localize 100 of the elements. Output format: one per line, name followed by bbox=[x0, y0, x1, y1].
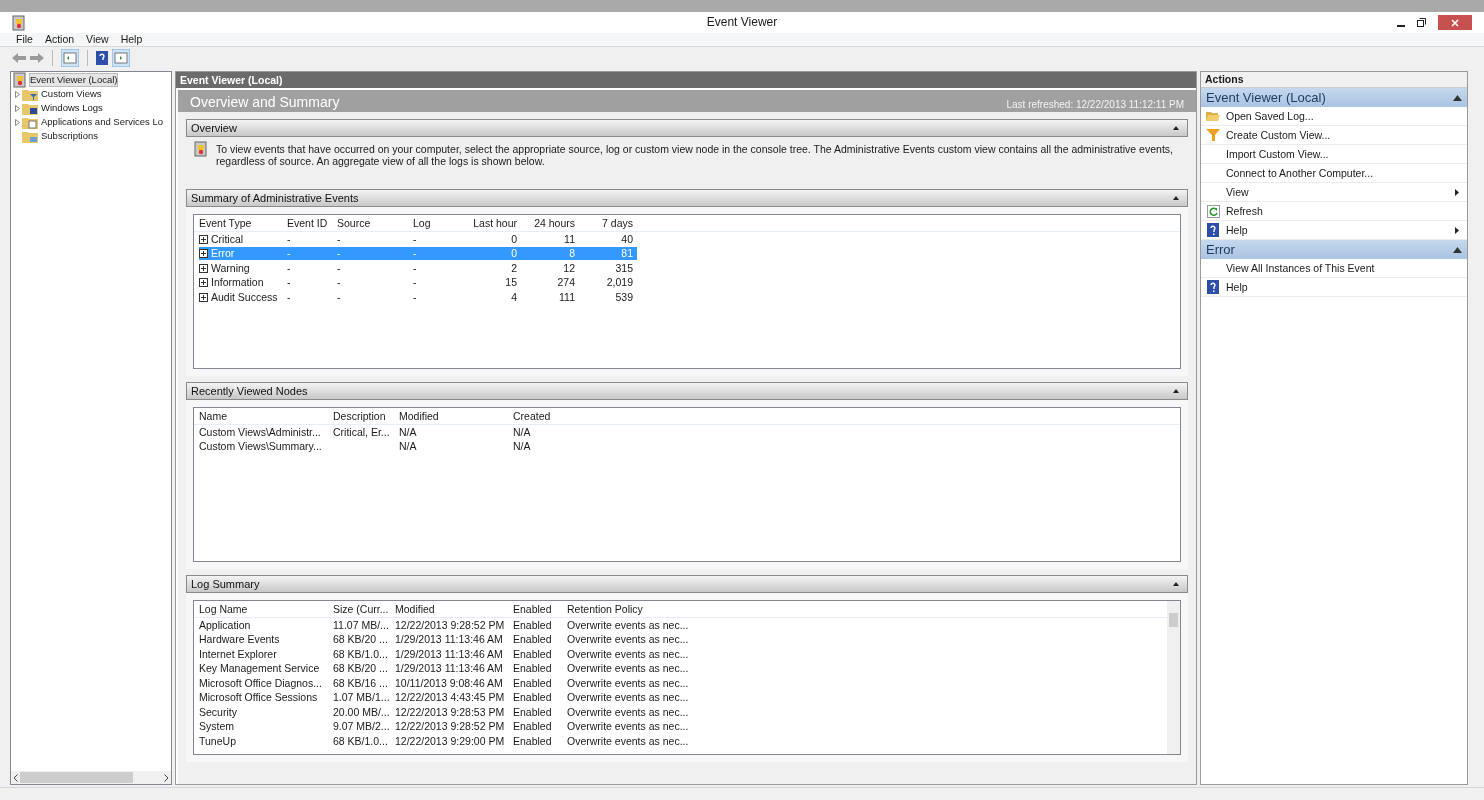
task-link[interactable]: Create Custom View... bbox=[1226, 128, 1459, 142]
table-cell-text: Overwrite events as nec... bbox=[567, 734, 690, 748]
help-icon[interactable] bbox=[96, 51, 108, 65]
restore-icon[interactable] bbox=[1417, 18, 1426, 27]
collapse-caret-icon[interactable] bbox=[1173, 126, 1179, 130]
task-link[interactable]: Refresh bbox=[1226, 204, 1459, 218]
collapse-caret-icon[interactable] bbox=[1173, 389, 1179, 393]
table-cell-text: - bbox=[413, 232, 418, 246]
horizontal-scrollbar[interactable] bbox=[11, 771, 171, 784]
menu-item[interactable]: View bbox=[86, 33, 109, 46]
collapse-caret-icon[interactable] bbox=[1453, 94, 1462, 101]
tree-item[interactable]: Event Viewer (Local) bbox=[29, 73, 119, 87]
table-cell-text: - bbox=[413, 261, 418, 275]
table-cell-text: - bbox=[337, 247, 342, 261]
column-header[interactable]: Description bbox=[333, 409, 399, 423]
column-header[interactable]: Retention Policy bbox=[567, 602, 701, 616]
section-header[interactable]: Overview bbox=[186, 119, 1188, 137]
table-cell-text: 12/22/2013 9:28:53 PM bbox=[395, 705, 506, 719]
task-link[interactable]: View All Instances of This Event bbox=[1226, 261, 1459, 275]
expand-icon[interactable] bbox=[199, 263, 208, 273]
menu-item[interactable]: Help bbox=[120, 33, 143, 46]
table-cell-text: 68 KB/20 ... bbox=[333, 633, 389, 647]
expand-icon[interactable] bbox=[199, 234, 208, 244]
table-cell-text: System bbox=[199, 720, 235, 734]
table-row[interactable]: Warning - - - 2 12 315 bbox=[199, 261, 637, 275]
task-link[interactable]: Help bbox=[1226, 280, 1459, 294]
column-header[interactable]: Last hour bbox=[463, 216, 521, 230]
table-cell-text: Overwrite events as nec... bbox=[567, 691, 690, 705]
section-header[interactable]: Summary of Administrative Events bbox=[186, 189, 1188, 207]
task-link[interactable]: Import Custom View... bbox=[1226, 147, 1459, 161]
expand-icon[interactable] bbox=[199, 278, 208, 288]
expand-icon[interactable] bbox=[199, 292, 208, 302]
table-cell: N/A bbox=[399, 425, 417, 438]
column-header[interactable]: Modified bbox=[399, 409, 513, 423]
tree-item[interactable]: Applications and Services Lo bbox=[40, 115, 164, 129]
column-header[interactable]: Enabled bbox=[513, 602, 567, 616]
expand-arrow-icon[interactable] bbox=[15, 118, 20, 126]
collapse-caret-icon[interactable] bbox=[1453, 246, 1462, 253]
table-row[interactable]: Information - - - 15 274 2,019 bbox=[199, 276, 637, 290]
table-cell-text: - bbox=[287, 232, 292, 246]
table-cell-text: Microsoft Office Sessions bbox=[199, 691, 319, 705]
expand-arrow-icon[interactable] bbox=[15, 104, 20, 112]
expand-icon[interactable] bbox=[199, 249, 208, 259]
task-link[interactable]: Help bbox=[1226, 223, 1449, 237]
actions-header: Actions bbox=[1201, 72, 1467, 88]
expand-arrow-icon[interactable] bbox=[15, 90, 20, 98]
close-icon bbox=[1451, 18, 1459, 27]
table-row[interactable]: Critical - - - 0 11 40 bbox=[199, 232, 637, 246]
scroll-right-icon[interactable] bbox=[164, 773, 169, 782]
tree-item[interactable]: Custom Views bbox=[40, 87, 103, 101]
collapse-caret-icon[interactable] bbox=[1173, 196, 1179, 200]
column-header[interactable]: Name bbox=[199, 409, 333, 423]
column-header[interactable]: Source bbox=[337, 216, 413, 230]
table-cell: Critical, Er... bbox=[333, 425, 390, 438]
section-title: Log Summary bbox=[191, 577, 260, 591]
column-header[interactable]: Modified bbox=[395, 602, 513, 616]
task-link[interactable]: Connect to Another Computer... bbox=[1226, 166, 1459, 180]
folder-icon bbox=[22, 101, 38, 115]
section-header[interactable]: Recently Viewed Nodes bbox=[186, 382, 1188, 400]
vertical-scrollbar[interactable] bbox=[1167, 601, 1180, 754]
tree-item[interactable]: Windows Logs bbox=[40, 101, 104, 115]
table-cell-text: Application bbox=[199, 618, 252, 632]
column-header[interactable]: Log Name bbox=[199, 602, 333, 616]
tree-item[interactable]: Subscriptions bbox=[40, 129, 100, 143]
table-row[interactable]: Audit Success - - - 4 111 539 bbox=[199, 290, 637, 304]
table-cell-text: 12/22/2013 9:29:00 PM bbox=[395, 734, 506, 748]
close-button[interactable] bbox=[1438, 15, 1472, 30]
action-group-header[interactable]: Error bbox=[1201, 240, 1467, 259]
table-cell-text: 11.07 MB/... bbox=[333, 618, 390, 632]
task-link[interactable]: Open Saved Log... bbox=[1226, 109, 1459, 123]
column-header[interactable]: 24 hours bbox=[521, 216, 579, 230]
table-cell-text: 68 KB/1.0... bbox=[333, 734, 389, 748]
column-header[interactable]: Event Type bbox=[199, 216, 287, 230]
column-header[interactable]: 7 days bbox=[579, 216, 637, 230]
section-header[interactable]: Log Summary bbox=[186, 575, 1188, 593]
table-cell-text: 68 KB/16 ... bbox=[333, 676, 389, 690]
column-header[interactable]: Created bbox=[513, 409, 685, 423]
column-header[interactable]: Log bbox=[413, 216, 463, 230]
pane-header: Event Viewer (Local) bbox=[176, 72, 1196, 88]
table-cell-text: TuneUp bbox=[199, 734, 237, 748]
table-cell-text: 1/29/2013 11:13:46 AM bbox=[395, 662, 504, 676]
menu-item[interactable]: Action bbox=[44, 33, 75, 46]
folder-icon bbox=[22, 115, 38, 129]
table-cell-text: 111 bbox=[558, 290, 576, 304]
table-cell-text: 12/22/2013 4:43:45 PM bbox=[395, 691, 506, 705]
overview-text: To view events that have occurred on your computer, select the appropriate source, log or custom view node in the console tree. The Administrative Events custom view contains all the administrative events, regardless of source. An aggregate view of all the logs is shown below. bbox=[216, 142, 1174, 169]
column-header[interactable]: Size (Curr... bbox=[333, 602, 395, 616]
table-cell-text: - bbox=[413, 276, 418, 290]
table-cell-text: Enabled bbox=[513, 662, 553, 676]
help-icon bbox=[1207, 280, 1219, 294]
task-link[interactable]: View bbox=[1226, 185, 1449, 199]
scroll-left-icon[interactable] bbox=[13, 773, 18, 782]
menu-item[interactable]: File bbox=[16, 33, 33, 46]
section-title: Overview bbox=[191, 121, 237, 135]
column-header[interactable]: Event ID bbox=[287, 216, 337, 230]
table-cell-text: Overwrite events as nec... bbox=[567, 633, 690, 647]
table-cell-text: Enabled bbox=[513, 705, 553, 719]
collapse-caret-icon[interactable] bbox=[1173, 582, 1179, 586]
table-cell-text: Overwrite events as nec... bbox=[567, 647, 690, 661]
action-group-header[interactable]: Event Viewer (Local) bbox=[1201, 88, 1467, 107]
